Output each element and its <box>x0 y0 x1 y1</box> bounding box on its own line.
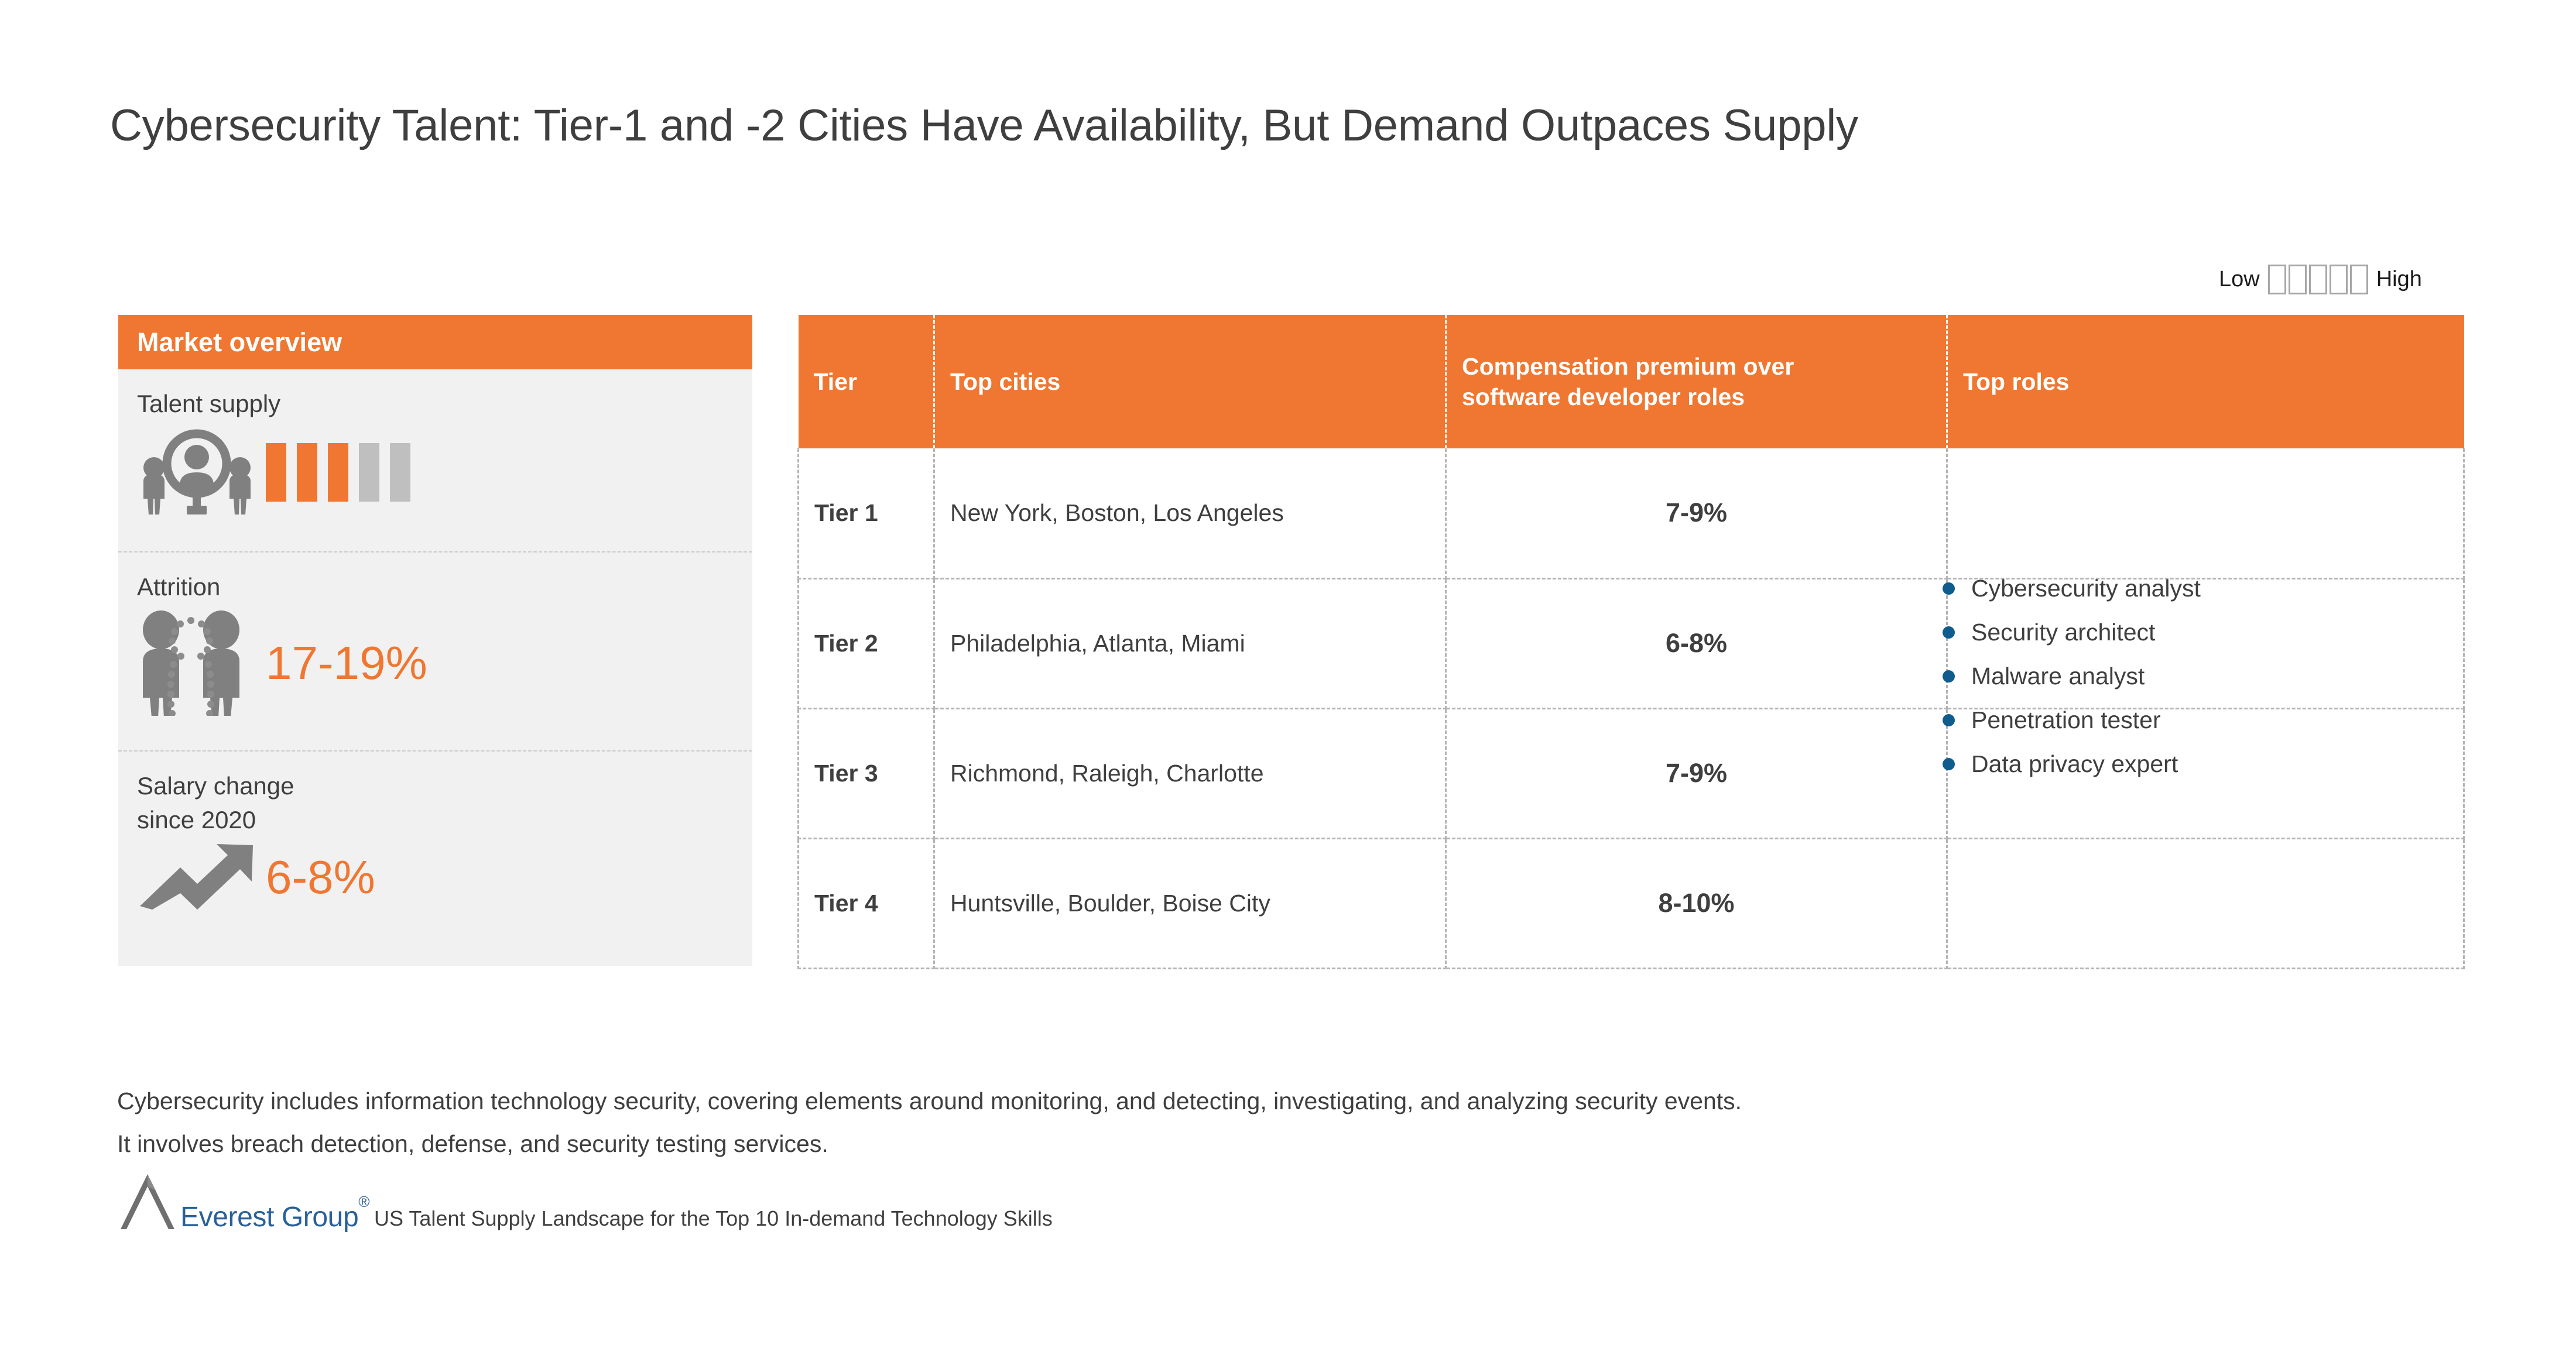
role-label: Cybersecurity analyst <box>1971 575 2201 602</box>
talent-supply-bars <box>266 443 410 502</box>
cell-premium: 8-10% <box>1445 838 1948 969</box>
scale-box-1 <box>2267 265 2286 294</box>
list-item: Penetration tester <box>1943 698 2201 742</box>
salary-change-value: 6-8% <box>266 850 375 903</box>
list-item: Security architect <box>1943 610 2201 654</box>
role-label: Malware analyst <box>1971 663 2145 690</box>
everest-group-logo-icon <box>117 1171 178 1232</box>
cell-premium: 6-8% <box>1445 578 1948 709</box>
cell-cities: New York, Boston, Los Angeles <box>934 448 1447 579</box>
cell-tier: Tier 4 <box>797 838 935 969</box>
bullet-dot-icon <box>1943 582 1955 595</box>
attrition-block: Attrition 17-19% <box>118 551 752 750</box>
attrition-label: Attrition <box>137 573 221 601</box>
cell-tier: Tier 3 <box>797 708 935 839</box>
bullet-dot-icon <box>1943 714 1955 726</box>
attrition-people-icon <box>137 608 266 719</box>
table-header-top-cities: Top cities <box>934 315 1447 448</box>
table-row: Tier 3 Richmond, Raleigh, Charlotte 7-9% <box>797 708 2465 839</box>
cell-cities: Philadelphia, Atlanta, Miami <box>934 578 1447 709</box>
salary-change-block: Salary change since 2020 6-8% <box>118 750 752 914</box>
cell-cities: Huntsville, Boulder, Boise City <box>934 838 1447 969</box>
top-roles-list: Cybersecurity analyst Security architect… <box>1943 567 2201 786</box>
scale-box-2 <box>2288 265 2307 294</box>
tier-table: Tier Top cities Compensation premium ove… <box>797 315 2465 969</box>
compensation-header-line1: Compensation premium over <box>1462 353 1794 380</box>
cell-roles <box>1947 448 2465 579</box>
list-item: Data privacy expert <box>1943 742 2201 786</box>
talent-supply-label: Talent supply <box>137 390 281 417</box>
footnote-line-1: Cybersecurity includes information techn… <box>117 1088 1742 1114</box>
cell-tier: Tier 1 <box>797 448 935 579</box>
market-overview-title: Market overview <box>137 327 342 357</box>
page-title: Cybersecurity Talent: Tier-1 and -2 Citi… <box>110 101 1858 150</box>
footnote: Cybersecurity includes information techn… <box>117 1080 2459 1165</box>
scale-low-label: Low <box>2219 267 2260 291</box>
everest-group-wordmark: Everest Group® <box>180 1194 369 1233</box>
talent-supply-block: Talent supply <box>118 369 752 551</box>
table-row: Tier 2 Philadelphia, Atlanta, Miami 6-8% <box>797 578 2465 709</box>
trend-up-arrow-icon <box>137 841 266 914</box>
scale-boxes <box>2267 265 2368 294</box>
scale-box-4 <box>2329 265 2348 294</box>
role-label: Security architect <box>1971 619 2156 646</box>
table-row: Tier 4 Huntsville, Boulder, Boise City 8… <box>797 838 2465 969</box>
supply-bar-1 <box>266 443 286 502</box>
supply-bar-3 <box>328 443 348 502</box>
market-overview-panel: Market overview Talent supply Attrition … <box>118 315 752 966</box>
table-header-compensation: Compensation premium over software devel… <box>1445 315 1948 448</box>
table-header-top-roles: Top roles <box>1947 315 2464 448</box>
cell-roles <box>1947 838 2465 969</box>
scale-box-5 <box>2349 265 2368 294</box>
attrition-value: 17-19% <box>266 637 427 689</box>
table-row: Tier 1 New York, Boston, Los Angeles 7-9… <box>797 448 2465 579</box>
supply-bar-4 <box>359 443 379 502</box>
cell-premium: 7-9% <box>1445 708 1948 839</box>
source-text: US Talent Supply Landscape for the Top 1… <box>374 1206 1053 1230</box>
footnote-line-2: It involves breach detection, defense, a… <box>117 1130 828 1157</box>
brand-name: Everest Group <box>180 1202 359 1233</box>
supply-bar-5 <box>390 443 410 502</box>
scale-high-label: High <box>2376 267 2422 291</box>
role-label: Penetration tester <box>1971 706 2161 733</box>
registered-mark: ® <box>358 1193 370 1210</box>
source-row: Everest Group® US Talent Supply Landscap… <box>117 1171 1053 1232</box>
bullet-dot-icon <box>1943 626 1955 639</box>
table-header-row: Tier Top cities Compensation premium ove… <box>798 315 2464 448</box>
cell-premium: 7-9% <box>1445 448 1948 579</box>
role-label: Data privacy expert <box>1971 750 2178 777</box>
salary-change-label-line2: since 2020 <box>137 806 256 834</box>
table-header-tier: Tier <box>798 315 935 448</box>
scale-legend: Low High <box>2219 265 2422 294</box>
people-magnifier-icon <box>137 427 266 517</box>
list-item: Cybersecurity analyst <box>1943 567 2201 610</box>
supply-bar-2 <box>297 443 317 502</box>
market-overview-header: Market overview <box>118 315 752 369</box>
compensation-header-line2: software developer roles <box>1462 383 1745 410</box>
bullet-dot-icon <box>1943 670 1955 682</box>
cell-tier: Tier 2 <box>797 578 935 709</box>
salary-change-label-line1: Salary change <box>137 772 294 800</box>
list-item: Malware analyst <box>1943 654 2201 698</box>
bullet-dot-icon <box>1943 758 1955 770</box>
scale-box-3 <box>2308 265 2327 294</box>
cell-cities: Richmond, Raleigh, Charlotte <box>934 708 1447 839</box>
